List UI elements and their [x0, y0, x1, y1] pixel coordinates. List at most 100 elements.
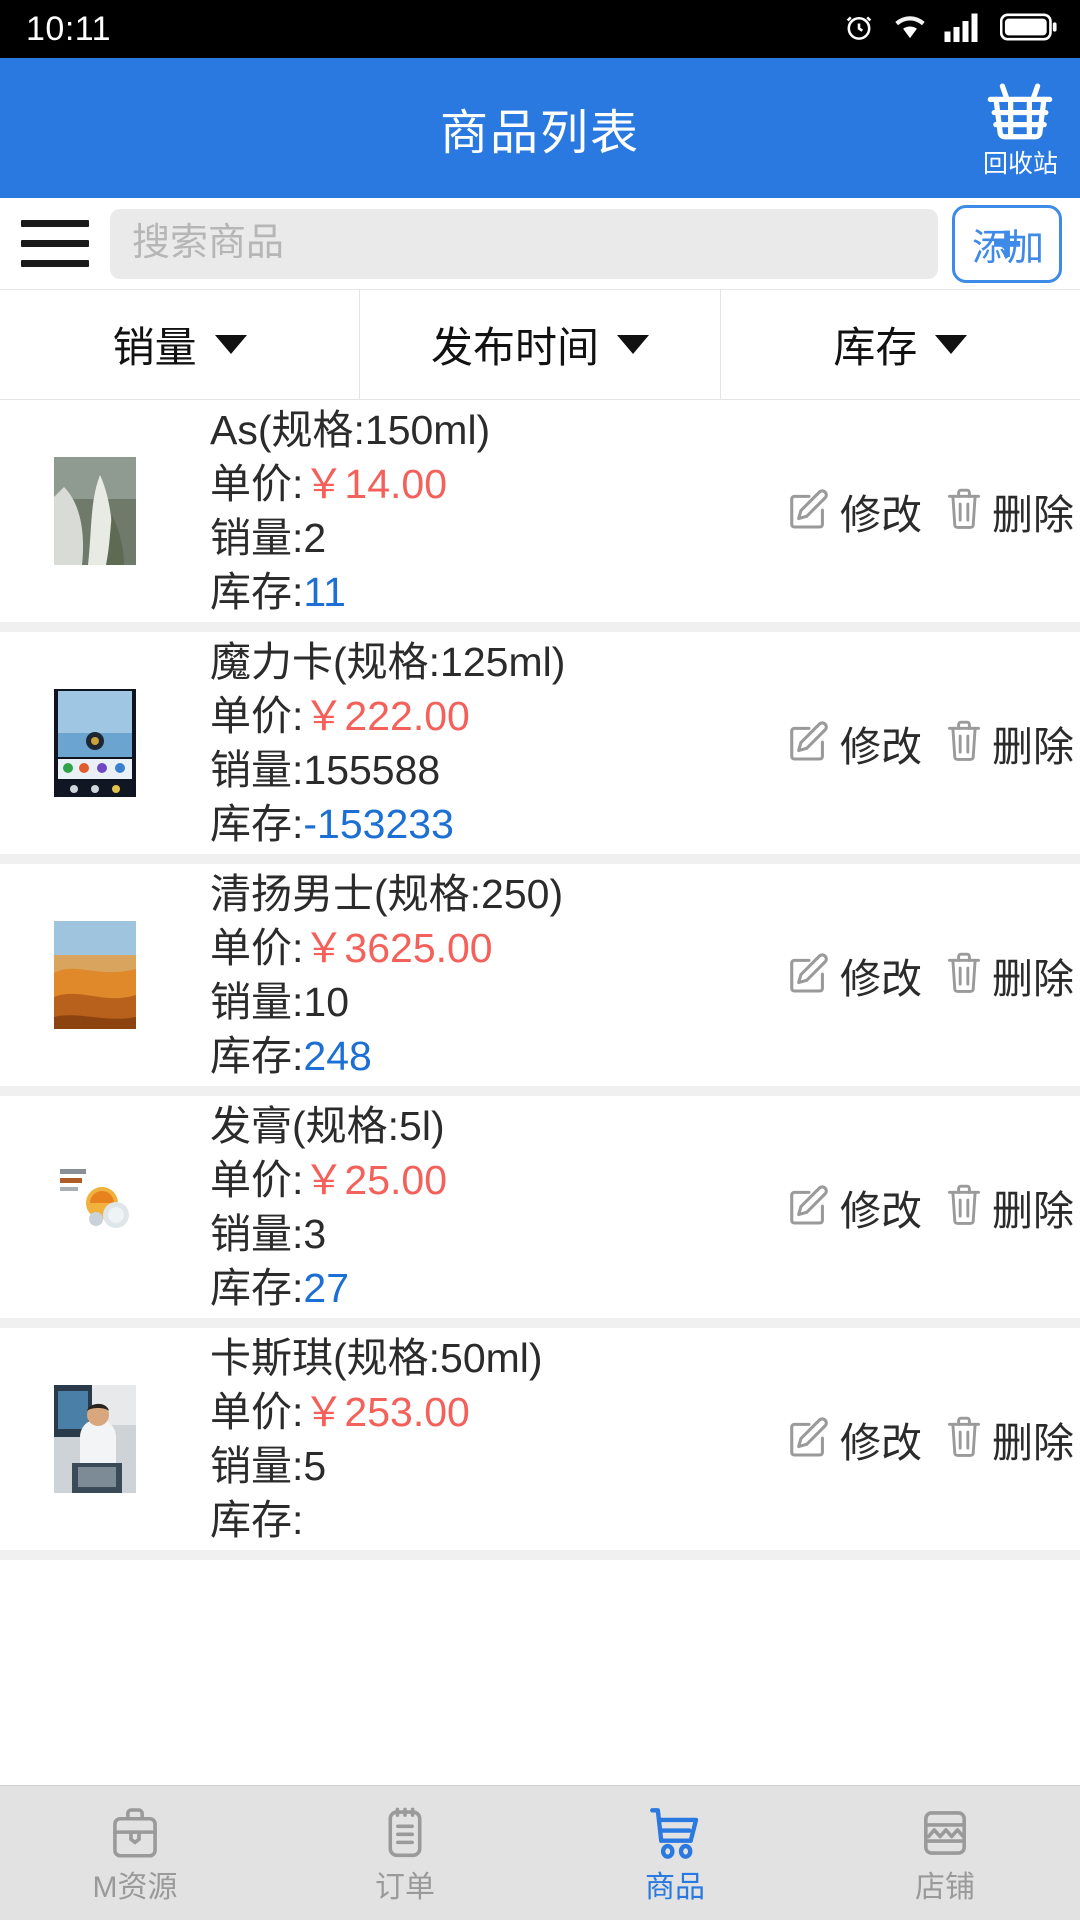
product-price-line: 单价:￥25.00	[210, 1155, 786, 1205]
product-thumbnail	[54, 1385, 136, 1493]
product-thumbnail-wrap	[40, 921, 150, 1029]
product-name: 清扬男士(规格:250)	[210, 870, 564, 917]
product-list-item[interactable]: As(规格:150ml) 单价:￥14.00 销量:2 库存:11 修改 删除	[0, 400, 1080, 632]
product-thumbnail	[54, 457, 136, 565]
delete-label: 删除	[992, 956, 1074, 1002]
product-stock-line: 库存:	[210, 1495, 786, 1545]
nav-item-orders[interactable]: 订单	[270, 1804, 540, 1903]
product-actions: 修改 删除	[786, 1177, 1080, 1237]
edit-pencil-icon	[786, 1182, 832, 1233]
delete-button[interactable]: 删除	[944, 1177, 1074, 1237]
product-stock-line: 库存:248	[210, 1031, 786, 1081]
chevron-down-icon	[617, 335, 649, 354]
nav-label-orders: 订单	[375, 1870, 435, 1904]
search-box[interactable]	[110, 208, 938, 279]
product-stock: 11	[303, 569, 346, 616]
stock-label: 库存:	[210, 569, 304, 616]
product-actions: 修改 删除	[786, 481, 1080, 541]
product-thumbnail-wrap	[40, 689, 150, 797]
sort-tab-sales[interactable]: 销量	[0, 290, 361, 399]
product-stock-line: 库存:27	[210, 1263, 786, 1313]
wifi-icon	[892, 12, 928, 47]
delete-label: 删除	[992, 724, 1074, 770]
product-price: ￥25.00	[303, 1156, 448, 1203]
status-bar: 10:11	[0, 0, 1080, 58]
search-row: 添加 +	[0, 198, 1080, 290]
edit-button[interactable]: 修改	[786, 713, 922, 773]
product-price-line: 单价:￥14.00	[210, 459, 786, 509]
search-input[interactable]	[132, 222, 916, 265]
product-sales: 销量:3	[210, 1211, 327, 1257]
status-time: 10:11	[26, 10, 112, 48]
price-label: 单价:	[210, 924, 304, 971]
clipboard-list-icon	[377, 1804, 433, 1867]
price-label: 单价:	[210, 692, 304, 739]
delete-label: 删除	[992, 1420, 1074, 1466]
product-actions: 修改 删除	[786, 945, 1080, 1005]
trash-icon	[944, 1182, 984, 1233]
product-list-item[interactable]: 魔力卡(规格:125ml) 单价:￥222.00 销量:155588 库存:-1…	[0, 632, 1080, 864]
chevron-down-icon	[935, 335, 968, 354]
product-list-item[interactable]: 发膏(规格:5l) 单价:￥25.00 销量:3 库存:27 修改 删除	[0, 1096, 1080, 1328]
shopping-cart-icon	[646, 1804, 704, 1867]
product-thumbnail-wrap	[40, 1153, 150, 1261]
product-list-item[interactable]: 清扬男士(规格:250) 单价:￥3625.00 销量:10 库存:248 修改…	[0, 864, 1080, 1096]
hamburger-bar-1	[21, 220, 89, 227]
trash-icon	[944, 950, 984, 1001]
battery-icon	[999, 12, 1058, 47]
nav-item-resources[interactable]: M资源	[0, 1804, 270, 1903]
product-sales: 销量:10	[210, 979, 349, 1025]
product-info: 魔力卡(规格:125ml) 单价:￥222.00 销量:155588 库存:-1…	[150, 637, 786, 849]
edit-label: 修改	[840, 1188, 922, 1234]
nav-item-shop[interactable]: 店铺	[810, 1804, 1080, 1903]
shop-icon	[917, 1804, 973, 1867]
product-thumbnail	[54, 921, 136, 1029]
delete-button[interactable]: 删除	[944, 481, 1074, 541]
price-label: 单价:	[210, 1156, 304, 1203]
nav-label-resources: M资源	[92, 1870, 178, 1904]
edit-button[interactable]: 修改	[786, 1409, 922, 1469]
hamburger-menu-icon[interactable]	[14, 220, 96, 267]
product-price-line: 单价:￥222.00	[210, 691, 786, 741]
edit-pencil-icon	[786, 718, 832, 769]
product-name: As(规格:150ml)	[210, 406, 491, 453]
stock-label: 库存:	[210, 801, 304, 848]
product-price: ￥222.00	[303, 692, 470, 739]
chevron-down-icon	[214, 335, 247, 354]
stock-label: 库存:	[210, 1033, 304, 1080]
product-actions: 修改 删除	[786, 1409, 1080, 1469]
product-list-item[interactable]: 卡斯琪(规格:50ml) 单价:￥253.00 销量:5 库存: 修改 删除	[0, 1328, 1080, 1560]
product-name: 魔力卡(规格:125ml)	[210, 638, 566, 685]
hamburger-bar-2	[21, 240, 89, 247]
bottom-navigation: M资源 订单 商品 店铺	[0, 1785, 1080, 1920]
edit-button[interactable]: 修改	[786, 481, 922, 541]
product-thumbnail	[54, 689, 136, 797]
delete-button[interactable]: 删除	[944, 945, 1074, 1005]
product-stock: 27	[303, 1265, 350, 1312]
edit-label: 修改	[840, 492, 922, 538]
delete-button[interactable]: 删除	[944, 1409, 1074, 1469]
product-stock-line: 库存:-153233	[210, 799, 786, 849]
sort-tab-publish-time[interactable]: 发布时间	[360, 290, 721, 399]
nav-item-products[interactable]: 商品	[540, 1804, 810, 1903]
product-price-line: 单价:￥253.00	[210, 1387, 786, 1437]
sort-tab-bar: 销量 发布时间 库存	[0, 290, 1080, 400]
product-stock-line: 库存:11	[210, 567, 786, 617]
product-price: ￥253.00	[303, 1388, 470, 1435]
product-sales: 销量:5	[210, 1443, 327, 1489]
product-info: 卡斯琪(规格:50ml) 单价:￥253.00 销量:5 库存:	[150, 1333, 786, 1545]
delete-label: 删除	[992, 1188, 1074, 1234]
edit-label: 修改	[840, 1420, 922, 1466]
delete-button[interactable]: 删除	[944, 713, 1074, 773]
stock-label: 库存:	[210, 1265, 304, 1312]
delete-label: 删除	[992, 492, 1074, 538]
edit-button[interactable]: 修改	[786, 945, 922, 1005]
product-price: ￥14.00	[303, 460, 448, 507]
sort-tab-stock[interactable]: 库存	[721, 290, 1080, 399]
product-thumbnail-wrap	[40, 1385, 150, 1493]
add-product-button[interactable]: 添加 +	[952, 204, 1062, 283]
price-label: 单价:	[210, 460, 304, 507]
sort-tab-publish-time-label: 发布时间	[430, 324, 599, 371]
recycle-bin-button[interactable]: 回收站	[983, 79, 1058, 177]
edit-button[interactable]: 修改	[786, 1177, 922, 1237]
